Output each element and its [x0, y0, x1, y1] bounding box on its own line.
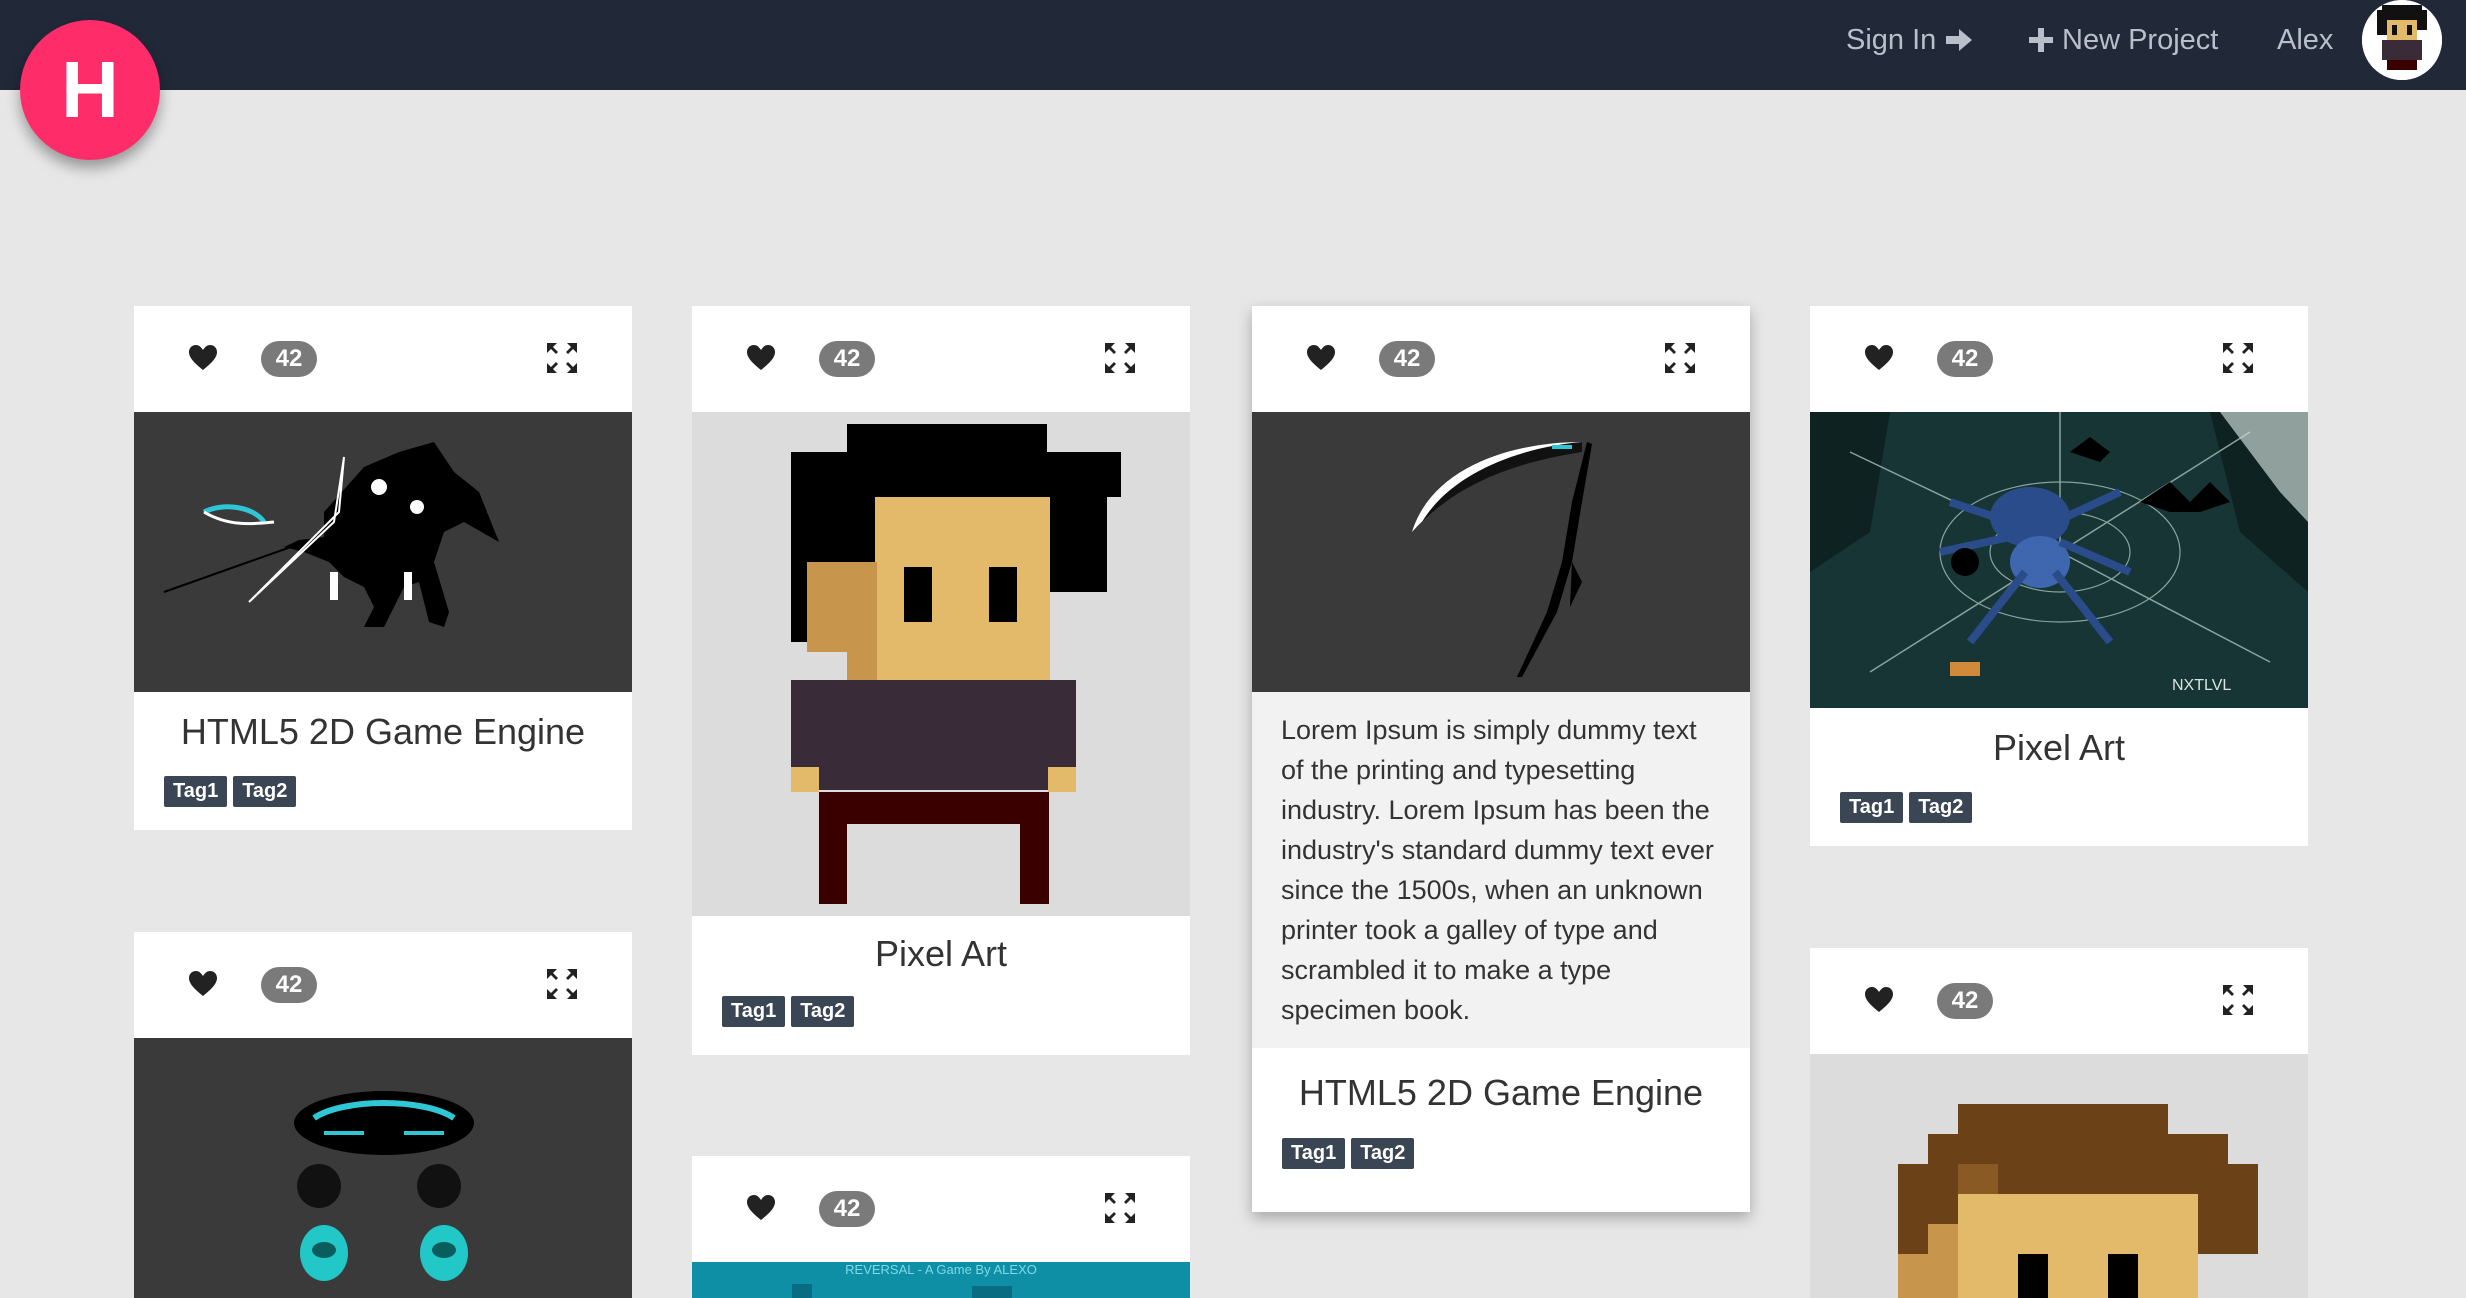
expand-icon[interactable] — [2222, 342, 2254, 374]
game-banner-text: REVERSAL - A Game By ALEXO — [845, 1262, 1037, 1277]
reaper-illustration — [163, 442, 499, 627]
like-count-badge: 42 — [1937, 983, 1993, 1019]
sign-in-label: Sign In — [1846, 23, 1937, 56]
heart-icon[interactable] — [1306, 344, 1336, 372]
expand-icon[interactable] — [1104, 1192, 1136, 1224]
project-card[interactable]: 42 HTML5 2D Game Engine Tag1 Tag2 — [134, 306, 632, 830]
user-name: Alex — [2277, 23, 2334, 56]
project-card[interactable]: 42 REVERSAL - A Game By ALEXO — [692, 1156, 1190, 1298]
project-thumbnail[interactable] — [134, 412, 632, 692]
like-count-badge: 42 — [1379, 341, 1435, 377]
tag[interactable]: Tag1 — [722, 996, 786, 1027]
pixel-face-illustration — [1898, 1104, 2258, 1298]
heart-icon[interactable] — [746, 344, 776, 372]
plus-icon — [2029, 28, 2053, 52]
like-count-badge: 42 — [1937, 341, 1993, 377]
logo-letter: H — [61, 45, 119, 134]
project-thumbnail[interactable] — [692, 412, 1190, 916]
tag[interactable]: Tag2 — [1351, 1138, 1415, 1169]
expand-icon[interactable] — [546, 968, 578, 1000]
top-navbar: Sign In New Project Alex — [0, 0, 2466, 90]
heart-icon[interactable] — [188, 970, 218, 998]
tag-list: Tag1 Tag2 — [134, 776, 632, 807]
card-title[interactable]: HTML5 2D Game Engine — [134, 692, 632, 762]
new-project-link[interactable]: New Project — [2028, 0, 2218, 80]
card-header: 42 — [692, 306, 1190, 412]
tag[interactable]: Tag2 — [791, 996, 855, 1027]
avatar[interactable] — [2362, 0, 2442, 80]
tag[interactable]: Tag1 — [164, 776, 228, 807]
tag[interactable]: Tag2 — [1909, 792, 1973, 823]
like-count-badge: 42 — [261, 341, 317, 377]
heart-icon[interactable] — [746, 1194, 776, 1222]
card-header: 42 — [1810, 948, 2308, 1054]
project-thumbnail[interactable] — [1252, 412, 1750, 692]
project-thumbnail[interactable] — [1810, 1054, 2308, 1298]
card-title[interactable]: Pixel Art — [692, 916, 1190, 986]
project-thumbnail[interactable]: REVERSAL - A Game By ALEXO — [692, 1262, 1190, 1298]
expand-icon[interactable] — [1664, 342, 1696, 374]
scythe-illustration — [1412, 442, 1592, 677]
project-thumbnail[interactable]: NXTLVL — [1810, 412, 2308, 708]
card-header: 42 — [1252, 306, 1750, 412]
tag-list: Tag1 Tag2 — [1810, 792, 2308, 823]
card-header: 42 — [134, 932, 632, 1038]
heart-icon[interactable] — [1864, 344, 1894, 372]
card-header: 42 — [692, 1156, 1190, 1262]
tag-list: Tag1 Tag2 — [692, 996, 1190, 1027]
project-card[interactable]: 42 — [1810, 948, 2308, 1298]
logo-button[interactable]: H — [20, 20, 160, 160]
like-count-badge: 42 — [819, 341, 875, 377]
avatar-pixel-icon — [2362, 0, 2442, 80]
spider-cave-illustration: NXTLVL — [1810, 412, 2308, 708]
tag-list: Tag1 Tag2 — [1252, 1138, 1750, 1169]
heart-icon[interactable] — [1864, 986, 1894, 1014]
project-thumbnail[interactable] — [134, 1038, 632, 1298]
project-card[interactable]: 42 NXTLVL Pixel Art Tag1 Tag2 — [1810, 306, 2308, 846]
user-name-link[interactable]: Alex — [2277, 0, 2333, 80]
image-watermark: NXTLVL — [2172, 677, 2231, 694]
sign-in-link[interactable]: Sign In — [1846, 0, 1974, 80]
expand-icon[interactable] — [546, 342, 578, 374]
card-description: Lorem Ipsum is simply dummy text of the … — [1252, 692, 1750, 1048]
expand-icon[interactable] — [1104, 342, 1136, 374]
tag[interactable]: Tag1 — [1840, 792, 1904, 823]
sign-in-arrow-icon — [1946, 29, 1973, 51]
heart-icon[interactable] — [188, 344, 218, 372]
like-count-badge: 42 — [261, 967, 317, 1003]
expand-icon[interactable] — [2222, 984, 2254, 1016]
pixel-character-illustration — [791, 424, 1121, 904]
card-header: 42 — [134, 306, 632, 412]
tag[interactable]: Tag2 — [233, 776, 297, 807]
card-title[interactable]: HTML5 2D Game Engine — [1252, 1048, 1750, 1134]
project-card[interactable]: 42 — [134, 932, 632, 1298]
project-card[interactable]: 42 Lorem Ipsum is simply dummy text of t… — [1252, 306, 1750, 1212]
project-card[interactable]: 42 Pixel Art Tag1 Tag2 — [692, 306, 1190, 1055]
card-title[interactable]: Pixel Art — [1810, 708, 2308, 778]
tag[interactable]: Tag1 — [1282, 1138, 1346, 1169]
lightcycle-illustration — [294, 1091, 474, 1281]
like-count-badge: 42 — [819, 1191, 875, 1227]
new-project-label: New Project — [2062, 23, 2219, 56]
card-header: 42 — [1810, 306, 2308, 412]
